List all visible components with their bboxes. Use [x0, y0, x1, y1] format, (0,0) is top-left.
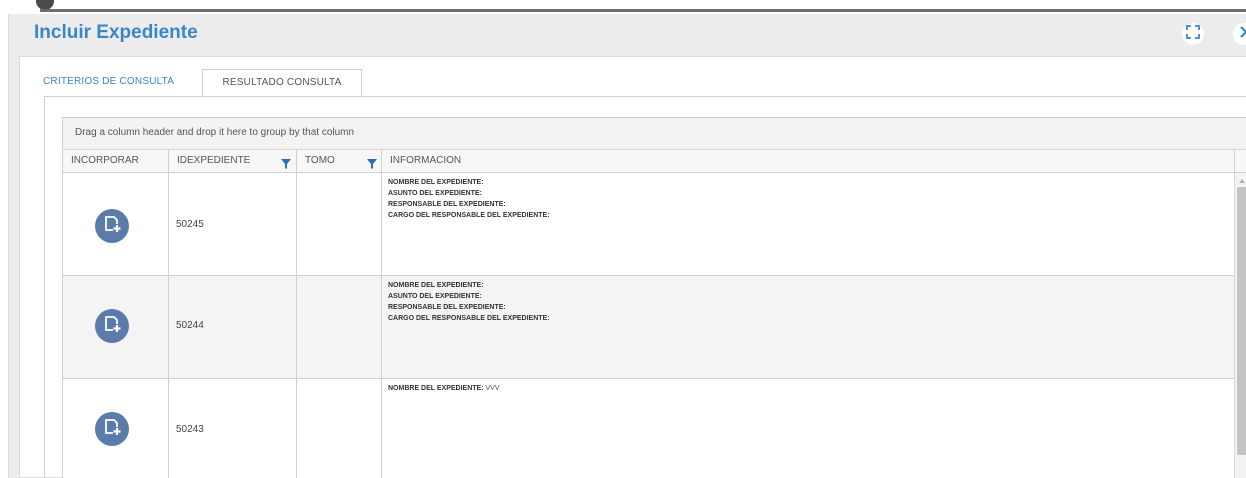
- close-icon: [1238, 25, 1246, 43]
- filter-icon[interactable]: [281, 156, 291, 169]
- informacion-cell: NOMBRE DEL EXPEDIENTE: ASUNTO DEL EXPEDI…: [382, 173, 1234, 275]
- tomo-cell: [297, 276, 382, 378]
- idexpediente-cell: 50244: [169, 276, 297, 378]
- cargo-label: CARGO DEL RESPONSABLE DEL EXPEDIENTE:: [388, 212, 550, 219]
- tab-strip: CRITERIOS DE CONSULTA RESULTADO CONSULTA: [34, 69, 362, 97]
- column-header-label: TOMO: [305, 155, 335, 166]
- nombre-label: NOMBRE DEL EXPEDIENTE:: [388, 385, 484, 392]
- incluir-expediente-dialog: Incluir Expediente CRITERIOS DE CONSULTA…: [8, 14, 1246, 478]
- file-add-icon: [102, 417, 122, 442]
- results-grid: Drag a column header and drop it here to…: [62, 117, 1246, 478]
- expediente-id: 50243: [176, 424, 204, 435]
- column-header-label: INFORMACION: [390, 155, 462, 166]
- dialog-header: Incluir Expediente: [9, 14, 1246, 54]
- incorporar-cell: [63, 173, 169, 275]
- table-row: 50244 NOMBRE DEL EXPEDIENTE: ASUNTO DEL …: [63, 276, 1234, 379]
- table-row: 50243 NOMBRE DEL EXPEDIENTE: VVV: [63, 379, 1234, 478]
- scrollbar-thumb[interactable]: [1237, 187, 1246, 455]
- dialog-content: CRITERIOS DE CONSULTA RESULTADO CONSULTA…: [19, 56, 1246, 478]
- column-header-tomo[interactable]: TOMO: [297, 150, 382, 173]
- info-block: NOMBRE DEL EXPEDIENTE: ASUNTO DEL EXPEDI…: [388, 280, 550, 324]
- incorporate-button[interactable]: [95, 309, 129, 343]
- column-header-idexpediente[interactable]: IDEXPEDIENTE: [169, 150, 297, 173]
- expediente-id: 50245: [176, 219, 204, 230]
- table-row: 50245 NOMBRE DEL EXPEDIENTE: ASUNTO DEL …: [63, 173, 1234, 276]
- maximize-button[interactable]: [1182, 23, 1204, 45]
- close-button[interactable]: [1233, 23, 1246, 45]
- expand-icon: [1186, 24, 1200, 44]
- responsable-label: RESPONSABLE DEL EXPEDIENTE:: [388, 304, 506, 311]
- incorporate-button[interactable]: [95, 209, 129, 243]
- expediente-id: 50244: [176, 320, 204, 331]
- tab-divider: [45, 96, 1246, 97]
- window-top-bar: [40, 9, 1246, 12]
- incorporar-cell: [63, 276, 169, 378]
- dialog-title: Incluir Expediente: [34, 22, 198, 43]
- column-header-label: IDEXPEDIENTE: [177, 155, 251, 166]
- nombre-label: NOMBRE DEL EXPEDIENTE:: [388, 282, 484, 289]
- tomo-cell: [297, 379, 382, 478]
- idexpediente-cell: 50243: [169, 379, 297, 478]
- informacion-cell: NOMBRE DEL EXPEDIENTE: VVV: [382, 379, 1234, 478]
- nombre-value: VVV: [485, 385, 500, 392]
- column-header-informacion[interactable]: INFORMACION: [382, 150, 1234, 173]
- column-header-incorporar[interactable]: INCORPORAR: [63, 150, 169, 173]
- tab-resultado-consulta[interactable]: RESULTADO CONSULTA: [202, 69, 362, 97]
- header-scroll-spacer: [1234, 150, 1246, 173]
- cargo-label: CARGO DEL RESPONSABLE DEL EXPEDIENTE:: [388, 315, 550, 322]
- info-block: NOMBRE DEL EXPEDIENTE: VVV: [388, 383, 500, 394]
- tab-criterios-consulta[interactable]: CRITERIOS DE CONSULTA: [34, 69, 202, 97]
- idexpediente-cell: 50245: [169, 173, 297, 275]
- group-drop-area[interactable]: Drag a column header and drop it here to…: [63, 118, 1246, 150]
- asunto-label: ASUNTO DEL EXPEDIENTE:: [388, 293, 482, 300]
- scroll-up-icon[interactable]: [1239, 179, 1245, 183]
- incorporate-button[interactable]: [95, 412, 129, 446]
- tab-panel-border: [44, 96, 45, 478]
- info-block: NOMBRE DEL EXPEDIENTE: ASUNTO DEL EXPEDI…: [388, 177, 550, 221]
- tomo-cell: [297, 173, 382, 275]
- filter-icon[interactable]: [367, 156, 377, 169]
- informacion-cell: NOMBRE DEL EXPEDIENTE: ASUNTO DEL EXPEDI…: [382, 276, 1234, 378]
- asunto-label: ASUNTO DEL EXPEDIENTE:: [388, 190, 482, 197]
- vertical-scrollbar[interactable]: [1234, 173, 1246, 478]
- file-add-icon: [102, 214, 122, 239]
- responsable-label: RESPONSABLE DEL EXPEDIENTE:: [388, 201, 506, 208]
- incorporar-cell: [63, 379, 169, 478]
- nombre-label: NOMBRE DEL EXPEDIENTE:: [388, 179, 484, 186]
- column-header-label: INCORPORAR: [71, 155, 139, 166]
- file-add-icon: [102, 314, 122, 339]
